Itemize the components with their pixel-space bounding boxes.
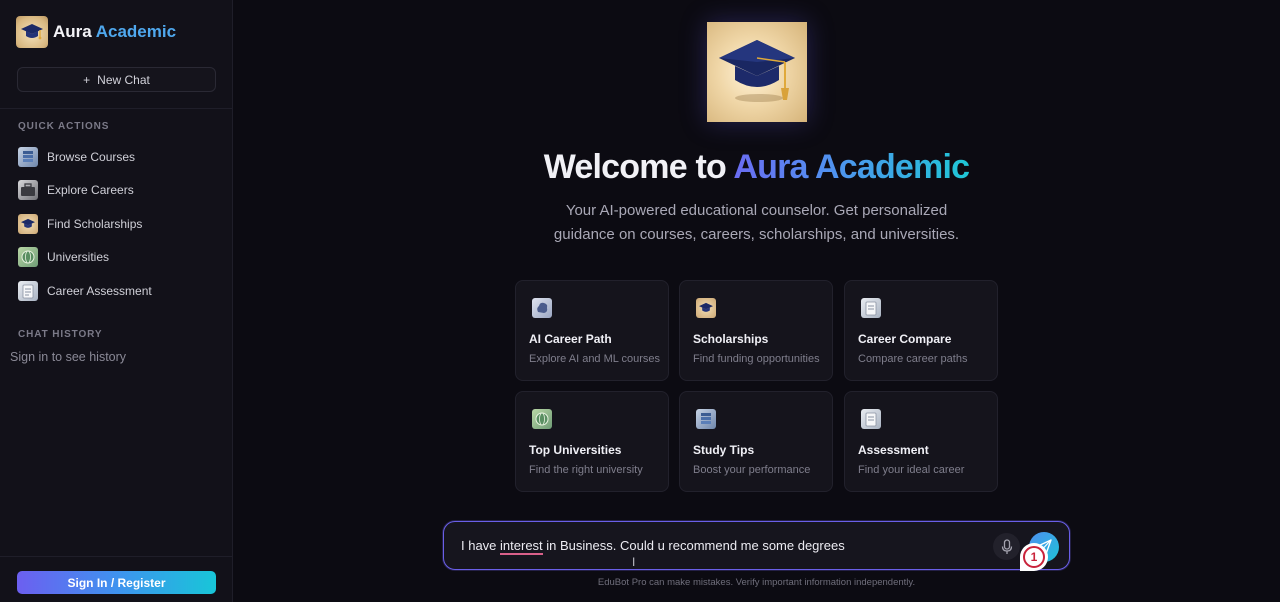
- sidebar: Aura Academic + New Chat QUICK ACTIONS Br…: [0, 0, 233, 602]
- chat-input-text-end: in Business. Could u recommend me some d…: [542, 538, 845, 553]
- new-chat-button[interactable]: + New Chat: [17, 67, 216, 92]
- graduation-cap-icon: [696, 298, 716, 318]
- sidebar-footer-divider: [0, 556, 233, 557]
- brand-name-second: Academic: [95, 22, 177, 41]
- card-title: Scholarships: [693, 332, 769, 346]
- card-description: Find funding opportunities: [693, 353, 820, 365]
- book-stack-icon: [696, 409, 716, 429]
- sidebar-item-career-assessment[interactable]: Career Assessment: [18, 281, 152, 301]
- card-description: Explore AI and ML courses: [529, 353, 661, 365]
- sidebar-item-label: Find Scholarships: [47, 217, 143, 231]
- graduation-cap-icon: [16, 16, 48, 48]
- annotation-number: 1: [1023, 546, 1045, 568]
- card-title: Assessment: [858, 443, 929, 457]
- sidebar-divider: [0, 108, 233, 109]
- card-description: Find your ideal career: [858, 464, 965, 476]
- plus-icon: +: [83, 72, 91, 87]
- text-cursor-icon: I: [632, 555, 636, 569]
- welcome-subtitle: Your AI-powered educational counselor. G…: [553, 202, 960, 243]
- card-title: Top Universities: [529, 443, 622, 457]
- globe-icon: [18, 247, 38, 267]
- card-assessment[interactable]: Assessment Find your ideal career: [844, 391, 998, 492]
- card-study-tips[interactable]: Study Tips Boost your performance: [679, 391, 833, 492]
- microphone-button[interactable]: [993, 533, 1020, 560]
- brand-name-first: Aura: [53, 22, 92, 41]
- card-title: Career Compare: [858, 332, 952, 346]
- graduation-cap-icon: [719, 40, 795, 102]
- welcome-brand: Aura Academic: [733, 148, 970, 186]
- sidebar-item-find-scholarships[interactable]: Find Scholarships: [18, 214, 142, 234]
- brain-icon: [532, 298, 552, 318]
- globe-icon: [532, 409, 552, 429]
- brand[interactable]: Aura Academic: [16, 16, 176, 48]
- welcome-prefix: Welcome to: [543, 148, 727, 186]
- new-chat-label: New Chat: [97, 72, 150, 87]
- chat-input-box[interactable]: I have interest in Business. Could u rec…: [443, 521, 1070, 570]
- chat-input[interactable]: I have interest in Business. Could u rec…: [461, 538, 845, 555]
- welcome-heading: Welcome to Aura Academic: [0, 148, 1280, 187]
- card-description: Boost your performance: [693, 464, 811, 476]
- card-title: AI Career Path: [529, 332, 612, 346]
- card-scholarships[interactable]: Scholarships Find funding opportunities: [679, 280, 833, 381]
- graduation-cap-icon: [18, 214, 38, 234]
- disclaimer-text: EduBot Pro can make mistakes. Verify imp…: [597, 577, 916, 588]
- clipboard-icon: [18, 281, 38, 301]
- hero-graduation-cap-image: [707, 22, 807, 122]
- history-note: Sign in to see history: [10, 350, 127, 364]
- sidebar-item-label: Career Assessment: [47, 284, 152, 298]
- card-description: Find the right university: [529, 464, 643, 476]
- clipboard-icon: [861, 409, 881, 429]
- chat-input-text-start: I have: [461, 538, 501, 553]
- sidebar-item-label: Universities: [47, 250, 110, 264]
- card-title: Study Tips: [693, 443, 755, 457]
- clipboard-icon: [861, 298, 881, 318]
- card-ai-career-path[interactable]: AI Career Path Explore AI and ML courses: [515, 280, 669, 381]
- card-description: Compare career paths: [858, 353, 968, 365]
- card-career-compare[interactable]: Career Compare Compare career paths: [844, 280, 998, 381]
- brand-name: Aura Academic: [53, 22, 176, 42]
- microphone-icon: [1001, 538, 1012, 554]
- spellcheck-word: interest: [500, 538, 543, 555]
- quick-actions-heading: QUICK ACTIONS: [18, 121, 110, 132]
- chat-history-heading: CHAT HISTORY: [18, 329, 103, 340]
- sidebar-item-universities[interactable]: Universities: [18, 247, 109, 267]
- card-top-universities[interactable]: Top Universities Find the right universi…: [515, 391, 669, 492]
- annotation-marker: 1: [1020, 543, 1048, 571]
